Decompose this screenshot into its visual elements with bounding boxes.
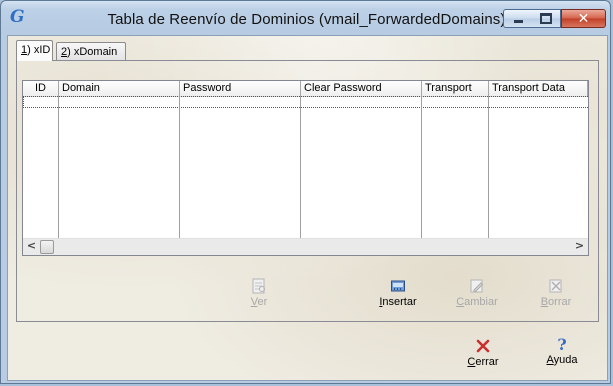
help-question-icon: ? xyxy=(557,336,566,352)
ver-button[interactable]: Ver xyxy=(234,278,284,308)
tab-xdomain[interactable]: 2) xDomain xyxy=(56,42,126,60)
scrollbar-thumb[interactable] xyxy=(40,240,54,254)
ver-label: er xyxy=(257,296,268,308)
tab-xid-label: ) xID xyxy=(27,44,51,56)
tab-xid[interactable]: 1) xID xyxy=(16,40,53,61)
ayuda-button[interactable]: ? Ayuda xyxy=(537,336,587,366)
column-divider xyxy=(300,96,301,255)
dialog-window: G Tabla de Reenvío de Dominios (vmail_Fo… xyxy=(0,0,611,384)
close-icon: ✕ xyxy=(577,10,590,27)
close-window-button[interactable]: ✕ xyxy=(561,9,606,28)
column-header-clear-password[interactable]: Clear Password xyxy=(301,81,422,96)
column-header-transport-data[interactable]: Transport Data xyxy=(489,81,588,96)
grid-header: ID Domain Password Clear Password Transp… xyxy=(23,81,588,97)
borrar-accel: B xyxy=(540,296,549,308)
column-header-password[interactable]: Password xyxy=(180,81,301,96)
tab-xdomain-label: ) xDomain xyxy=(67,46,118,58)
cambiar-button[interactable]: Cambiar xyxy=(452,278,502,308)
column-divider xyxy=(58,96,59,255)
column-divider xyxy=(488,96,489,255)
maximize-button[interactable] xyxy=(532,9,561,28)
scroll-left-icon[interactable]: < xyxy=(23,239,40,255)
cerrar-label: errar xyxy=(475,356,499,368)
column-header-id[interactable]: ID xyxy=(23,81,59,96)
column-header-domain[interactable]: Domain xyxy=(59,81,180,96)
dialog-client-area: 1) xID 2) xDomain ID Domain Password Cle… xyxy=(7,35,608,381)
horizontal-scrollbar[interactable]: < > xyxy=(23,238,588,255)
edit-record-icon xyxy=(470,279,484,293)
column-header-transport[interactable]: Transport xyxy=(422,81,489,96)
delete-record-icon xyxy=(549,279,562,293)
column-divider xyxy=(179,96,180,255)
column-divider xyxy=(421,96,422,255)
minimize-button[interactable] xyxy=(503,9,533,28)
svg-text:?: ? xyxy=(557,336,566,352)
borrar-button[interactable]: Borrar xyxy=(531,278,581,308)
cambiar-accel: C xyxy=(456,296,465,308)
ayuda-accel: A xyxy=(546,354,554,366)
cerrar-button[interactable]: Cerrar xyxy=(458,338,508,368)
borrar-label: orrar xyxy=(548,296,572,308)
close-x-icon xyxy=(476,339,490,353)
grid-new-row[interactable] xyxy=(23,96,588,108)
scroll-right-icon[interactable]: > xyxy=(571,239,588,255)
ayuda-label: yuda xyxy=(553,354,578,366)
insertar-label: nsertar xyxy=(382,296,417,308)
insertar-button[interactable]: Insertar xyxy=(373,278,423,308)
insert-record-icon xyxy=(391,280,405,292)
minimize-icon xyxy=(513,20,523,23)
title-bar[interactable]: G Tabla de Reenvío de Dominios (vmail_Fo… xyxy=(1,1,612,35)
view-record-icon xyxy=(252,278,265,294)
data-grid[interactable]: ID Domain Password Clear Password Transp… xyxy=(22,80,589,256)
cambiar-label: ambiar xyxy=(464,296,498,308)
maximize-icon xyxy=(540,13,552,24)
